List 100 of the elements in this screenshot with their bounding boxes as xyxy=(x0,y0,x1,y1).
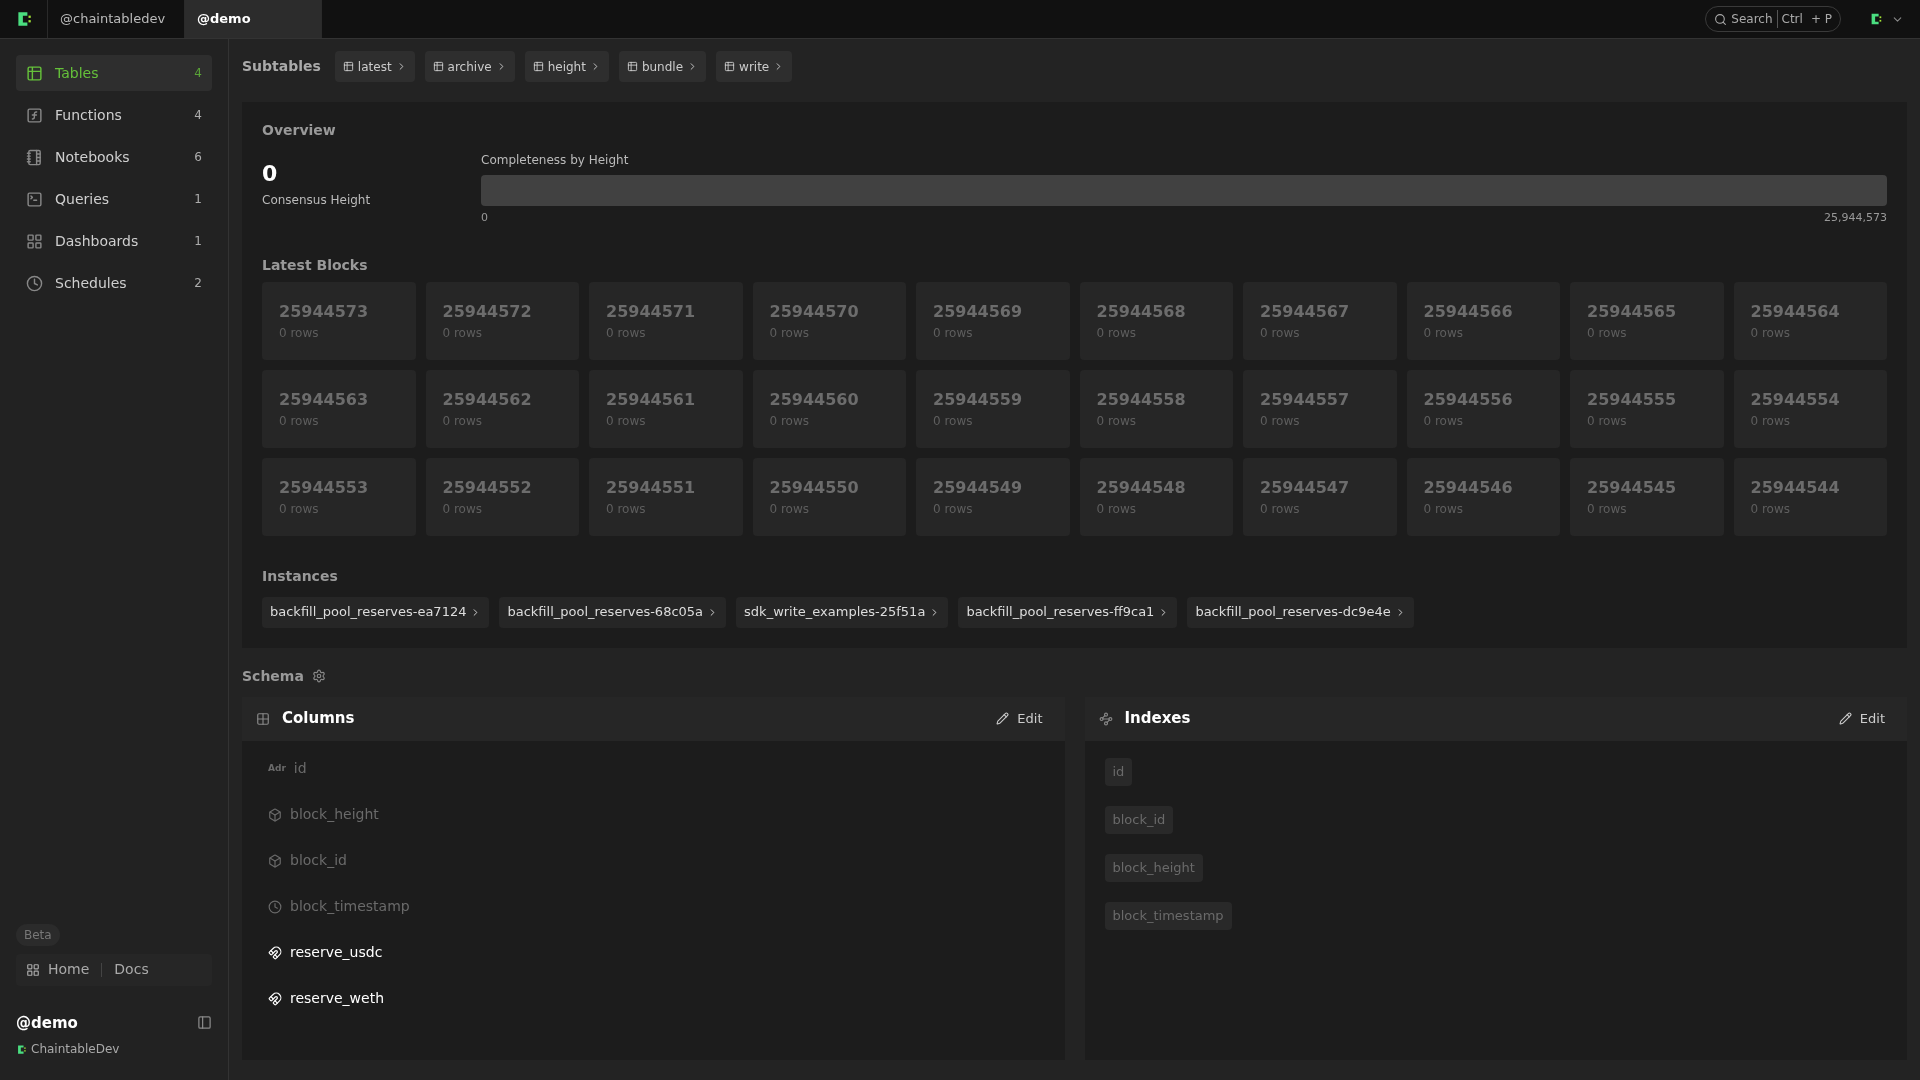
block-card[interactable]: 25944547 0 rows xyxy=(1243,457,1397,536)
instance-chip[interactable]: backfill_pool_reserves-68c05a xyxy=(499,596,727,628)
workspace-tab[interactable]: @demo xyxy=(185,0,322,38)
block-rows: 0 rows xyxy=(1260,499,1380,518)
block-card[interactable]: 25944549 0 rows xyxy=(916,457,1070,536)
block-height: 25944557 xyxy=(1260,389,1351,410)
block-card[interactable]: 25944568 0 rows xyxy=(1079,281,1233,360)
block-card[interactable]: 25944553 0 rows xyxy=(262,457,416,536)
block-height: 25944545 xyxy=(1587,477,1678,498)
block-card[interactable]: 25944565 0 rows xyxy=(1570,281,1724,360)
block-rows: 0 rows xyxy=(769,411,889,430)
block-height: 25944568 xyxy=(1096,301,1187,322)
settings-icon[interactable] xyxy=(311,669,326,683)
block-height: 25944548 xyxy=(1096,477,1187,498)
functions-icon xyxy=(26,106,43,124)
item-count: 1 xyxy=(194,233,202,250)
index-tag: block_height xyxy=(1104,853,1203,882)
block-rows: 0 rows xyxy=(442,411,562,430)
cube-icon xyxy=(268,807,282,822)
subtable-chip[interactable]: latest xyxy=(334,51,415,82)
block-card[interactable]: 25944551 0 rows xyxy=(589,457,743,536)
subtable-chip[interactable]: height xyxy=(524,51,609,82)
block-card[interactable]: 25944559 0 rows xyxy=(916,369,1070,448)
block-height: 25944546 xyxy=(1423,477,1514,498)
edit-button[interactable]: Edit xyxy=(1830,708,1893,729)
pencil-icon xyxy=(1838,712,1852,725)
block-rows: 0 rows xyxy=(933,499,1053,518)
docs-link[interactable]: Docs xyxy=(114,959,149,980)
block-card[interactable]: 25944558 0 rows xyxy=(1079,369,1233,448)
subtable-chip[interactable]: write xyxy=(716,51,793,82)
clock-icon xyxy=(268,899,282,914)
block-card[interactable]: 25944573 0 rows xyxy=(262,281,416,360)
block-height: 25944565 xyxy=(1587,301,1678,322)
index-tag: id xyxy=(1104,757,1133,786)
block-card[interactable]: 25944567 0 rows xyxy=(1243,281,1397,360)
sidebar-item[interactable]: Schedules 2 xyxy=(16,265,212,301)
block-card[interactable]: 25944550 0 rows xyxy=(752,457,906,536)
block-card[interactable]: 25944546 0 rows xyxy=(1406,457,1560,536)
sidebar-item[interactable]: Functions 4 xyxy=(16,97,212,133)
sidebar-item[interactable]: Queries 1 xyxy=(16,181,212,217)
block-height: 25944549 xyxy=(933,477,1024,498)
column-name: block_id xyxy=(290,851,347,870)
instance-chip[interactable]: backfill_pool_reserves-dc9e4e xyxy=(1187,596,1414,628)
block-height: 25944569 xyxy=(933,301,1024,322)
block-card[interactable]: 25944570 0 rows xyxy=(752,281,906,360)
block-rows: 0 rows xyxy=(769,323,889,342)
block-rows: 0 rows xyxy=(442,499,562,518)
block-height: 25944544 xyxy=(1750,477,1841,498)
block-height: 25944558 xyxy=(1096,389,1187,410)
columns-icon xyxy=(256,711,270,726)
block-card[interactable]: 25944557 0 rows xyxy=(1243,369,1397,448)
block-card[interactable]: 25944544 0 rows xyxy=(1733,457,1887,536)
subtable-chip[interactable]: bundle xyxy=(618,51,707,82)
home-link[interactable]: Home xyxy=(48,959,90,980)
panel-title: Indexes xyxy=(1124,708,1192,730)
axis-max: 25,944,573 xyxy=(1824,210,1887,226)
block-card[interactable]: 25944564 0 rows xyxy=(1733,281,1887,360)
block-card[interactable]: 25944552 0 rows xyxy=(425,457,579,536)
block-card[interactable]: 25944555 0 rows xyxy=(1570,369,1724,448)
block-card[interactable]: 25944563 0 rows xyxy=(262,369,416,448)
block-card[interactable]: 25944566 0 rows xyxy=(1406,281,1560,360)
block-height: 25944560 xyxy=(769,389,860,410)
cube-icon xyxy=(268,853,282,868)
block-rows: 0 rows xyxy=(769,499,889,518)
item-count: 6 xyxy=(194,149,202,166)
overview-title: Overview xyxy=(262,121,337,140)
block-card[interactable]: 25944569 0 rows xyxy=(916,281,1070,360)
instance-chip[interactable]: sdk_write_examples-25f51a xyxy=(736,596,949,628)
block-card[interactable]: 25944548 0 rows xyxy=(1079,457,1233,536)
block-card[interactable]: 25944545 0 rows xyxy=(1570,457,1724,536)
instance-chip[interactable]: backfill_pool_reserves-ff9ca1 xyxy=(958,596,1178,628)
sidebar-toggle-icon[interactable] xyxy=(197,1015,212,1031)
section-title: Latest Blocks xyxy=(262,255,369,275)
block-height: 25944567 xyxy=(1260,301,1351,322)
block-card[interactable]: 25944571 0 rows xyxy=(589,281,743,360)
sidebar-item[interactable]: Notebooks 6 xyxy=(16,139,212,175)
block-height: 25944566 xyxy=(1423,301,1514,322)
sidebar-item[interactable]: Dashboards 1 xyxy=(16,223,212,259)
block-rows: 0 rows xyxy=(1423,323,1543,342)
block-card[interactable]: 25944561 0 rows xyxy=(589,369,743,448)
subtables-label: Subtables xyxy=(242,57,321,76)
section-title: Instances xyxy=(262,566,339,586)
block-card[interactable]: 25944562 0 rows xyxy=(425,369,579,448)
instance-chip[interactable]: backfill_pool_reserves-ea7124 xyxy=(262,596,490,628)
magnet-icon xyxy=(268,991,282,1006)
workspace-name: @demo xyxy=(16,1012,78,1034)
sidebar-item[interactable]: Tables 4 xyxy=(16,55,212,91)
block-card[interactable]: 25944556 0 rows xyxy=(1406,369,1560,448)
block-card[interactable]: 25944554 0 rows xyxy=(1733,369,1887,448)
block-card[interactable]: 25944572 0 rows xyxy=(425,281,579,360)
schema-title: Schema xyxy=(242,666,304,686)
block-rows: 0 rows xyxy=(1587,323,1707,342)
block-rows: 0 rows xyxy=(933,411,1053,430)
edit-button[interactable]: Edit xyxy=(988,708,1051,729)
block-rows: 0 rows xyxy=(442,323,562,342)
block-height: 25944572 xyxy=(442,301,533,322)
subtable-chip[interactable]: archive xyxy=(424,51,515,82)
block-card[interactable]: 25944560 0 rows xyxy=(752,369,906,448)
block-height: 25944570 xyxy=(769,301,860,322)
index-tag: block_timestamp xyxy=(1104,901,1232,930)
